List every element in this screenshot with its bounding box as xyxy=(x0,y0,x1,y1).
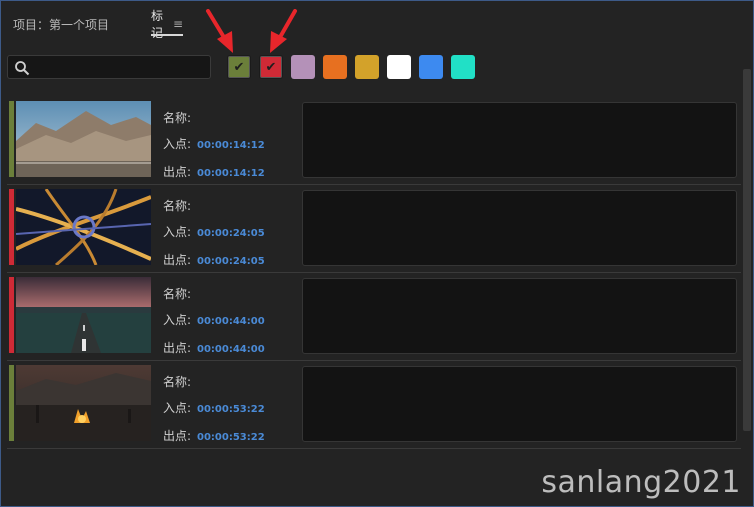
marker-name-label: 名称: xyxy=(163,111,192,125)
marker-in-timecode[interactable]: 00:00:44:00 xyxy=(197,316,265,327)
swatch-white[interactable] xyxy=(387,55,411,79)
marker-comment-field[interactable] xyxy=(302,190,737,266)
marker-thumbnail xyxy=(16,277,151,353)
marker-in-label: 入点: xyxy=(163,137,192,151)
project-label: 项目：第一个项目 xyxy=(13,17,110,32)
swatch-lavender[interactable] xyxy=(291,55,315,79)
tab-markers[interactable]: 标记 ≡ xyxy=(151,9,184,40)
marker-out-timecode[interactable]: 00:00:24:05 xyxy=(197,256,265,267)
search-field[interactable] xyxy=(7,55,211,79)
marker-in-timecode[interactable]: 00:00:53:22 xyxy=(197,404,265,415)
markers-panel: 项目：第一个项目 标记 ≡ ✔ ✔ 名称: 入点: 00:00:14:12 出点… xyxy=(0,0,754,507)
marker-in-label: 入点: xyxy=(163,401,192,415)
marker-out-label: 出点: xyxy=(163,165,192,179)
color-filter-swatches: ✔ ✔ xyxy=(227,55,483,79)
marker-comment-field[interactable] xyxy=(302,102,737,178)
marker-name-label: 名称: xyxy=(163,287,192,301)
swatch-gold[interactable] xyxy=(355,55,379,79)
marker-out-timecode[interactable]: 00:00:53:22 xyxy=(197,432,265,443)
swatch-blue[interactable] xyxy=(419,55,443,79)
marker-in-timecode[interactable]: 00:00:24:05 xyxy=(197,228,265,239)
annotation-arrow-icon xyxy=(206,9,233,53)
marker-row[interactable]: 名称: 入点: 00:00:24:05 出点: 00:00:24:05 xyxy=(7,185,741,273)
check-icon: ✔ xyxy=(233,59,245,75)
marker-in-label: 入点: xyxy=(163,225,192,239)
marker-out-label: 出点: xyxy=(163,429,192,443)
swatch-orange[interactable] xyxy=(323,55,347,79)
marker-thumbnail xyxy=(16,101,151,177)
marker-color-bar xyxy=(9,189,14,265)
marker-thumbnail xyxy=(16,189,151,265)
marker-thumbnail xyxy=(16,365,151,441)
marker-out-label: 出点: xyxy=(163,341,192,355)
search-icon xyxy=(15,61,30,76)
marker-color-bar xyxy=(9,277,14,353)
marker-in-timecode[interactable]: 00:00:14:12 xyxy=(197,140,265,151)
marker-row[interactable]: 名称: 入点: 00:00:44:00 出点: 00:00:44:00 xyxy=(7,273,741,361)
panel-menu-icon[interactable]: ≡ xyxy=(173,17,183,31)
marker-row[interactable]: 名称: 入点: 00:00:53:22 出点: 00:00:53:22 xyxy=(7,361,741,449)
marker-color-bar xyxy=(9,365,14,441)
marker-in-label: 入点: xyxy=(163,313,192,327)
marker-name-label: 名称: xyxy=(163,199,192,213)
marker-out-timecode[interactable]: 00:00:14:12 xyxy=(197,168,265,179)
swatch-red[interactable]: ✔ xyxy=(259,55,283,79)
marker-meta: 名称: 入点: 00:00:24:05 出点: 00:00:24:05 xyxy=(163,193,265,275)
marker-name-label: 名称: xyxy=(163,375,192,389)
marker-comment-field[interactable] xyxy=(302,278,737,354)
marker-meta: 名称: 入点: 00:00:44:00 出点: 00:00:44:00 xyxy=(163,281,265,363)
marker-out-label: 出点: xyxy=(163,253,192,267)
swatch-olive[interactable]: ✔ xyxy=(227,55,251,79)
marker-meta: 名称: 入点: 00:00:53:22 出点: 00:00:53:22 xyxy=(163,369,265,451)
marker-color-bar xyxy=(9,101,14,177)
check-icon: ✔ xyxy=(265,59,277,75)
annotation-arrow-icon xyxy=(270,9,297,53)
swatch-teal[interactable] xyxy=(451,55,475,79)
marker-out-timecode[interactable]: 00:00:44:00 xyxy=(197,344,265,355)
marker-meta: 名称: 入点: 00:00:14:12 出点: 00:00:14:12 xyxy=(163,105,265,187)
watermark-text: sanlang2021 xyxy=(541,465,741,500)
active-tab-underline xyxy=(151,34,184,36)
marker-list: 名称: 入点: 00:00:14:12 出点: 00:00:14:12 名称: … xyxy=(7,97,745,449)
marker-comment-field[interactable] xyxy=(302,366,737,442)
marker-row[interactable]: 名称: 入点: 00:00:14:12 出点: 00:00:14:12 xyxy=(7,97,741,185)
panel-header: 项目：第一个项目 标记 ≡ xyxy=(13,9,184,40)
